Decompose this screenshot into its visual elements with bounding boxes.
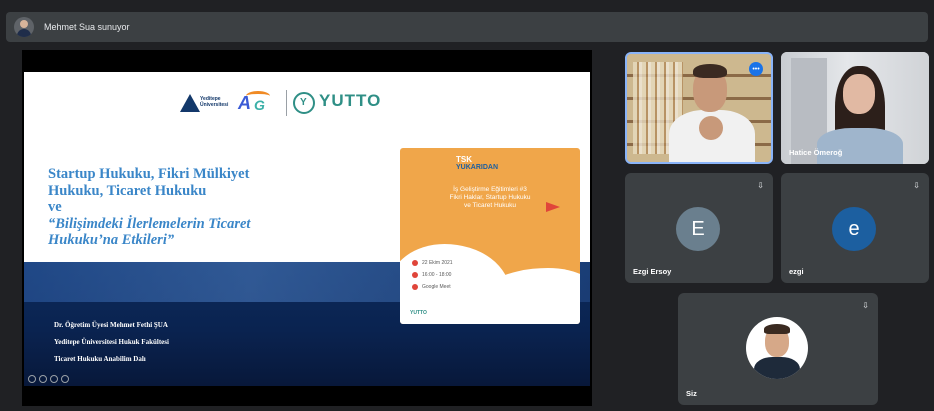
participant-tile-4[interactable]: ⇩ e ezgi: [781, 173, 929, 283]
poster-date: 22 Ekim 2021: [412, 260, 453, 266]
paper-plane-icon: [546, 202, 560, 212]
pin-icon[interactable]: ⇩: [913, 181, 920, 190]
participant-tile-3[interactable]: ⇩ E Ezgi Ersoy: [625, 173, 773, 283]
poster-time: 16:00 - 18:00: [412, 272, 451, 278]
poster-brand: TSK YUKARIDAN: [456, 155, 498, 172]
participant-avatar: e: [832, 207, 876, 251]
zoom-icon[interactable]: [50, 375, 58, 383]
pin-icon[interactable]: ⇩: [862, 301, 869, 310]
clock-icon: [412, 272, 418, 278]
meet-window: Mehmet Sua sunuyor Yeditepe Üniversitesi…: [0, 0, 934, 411]
slide-logos: Yeditepe Üniversitesi AG Y YUTTO: [176, 83, 408, 123]
yeditepe-logo: Yeditepe Üniversitesi: [176, 88, 232, 118]
participant-name: Siz: [686, 389, 697, 398]
participant-name: Hatice Ömeroğ: [789, 148, 843, 157]
participant-name: ezgi: [789, 267, 804, 276]
poster-venue: Google Meet: [412, 284, 451, 290]
self-tile[interactable]: ⇩ Siz: [678, 293, 878, 405]
self-avatar: [746, 317, 808, 379]
calendar-icon: [412, 260, 418, 266]
location-icon: [412, 284, 418, 290]
shared-screen[interactable]: Yeditepe Üniversitesi AG Y YUTTO Startup…: [22, 50, 592, 406]
pen-icon[interactable]: [39, 375, 47, 383]
ag-logo: AG: [236, 88, 282, 118]
slide-presenter-info: Dr. Öğretim Üyesi Mehmet Fethi ŞUA Yedit…: [54, 321, 169, 363]
slide-controls[interactable]: [28, 375, 69, 383]
participant-name: Ezgi Ersoy: [633, 267, 672, 276]
presenter-avatar: [14, 17, 34, 37]
prev-icon[interactable]: [28, 375, 36, 383]
presenter-bar: Mehmet Sua sunuyor: [6, 12, 928, 42]
mic-active-icon: •••: [749, 62, 763, 76]
event-poster: TSK YUKARIDAN İş Geliştirme Eğitimleri #…: [400, 148, 580, 324]
slide-title: Startup Hukuku, Fikri Mülkiyet Hukuku, T…: [48, 166, 251, 248]
participant-tile-2[interactable]: Hatice Ömeroğ: [781, 52, 929, 164]
poster-heading: İş Geliştirme Eğitimleri #3 Fikri Haklar…: [449, 186, 531, 209]
yutto-logo: Y YUTTO: [291, 88, 401, 118]
participant-avatar: E: [676, 207, 720, 251]
presenter-label: Mehmet Sua sunuyor: [44, 22, 130, 32]
participant-tile-1[interactable]: •••: [625, 52, 773, 164]
more-icon[interactable]: [61, 375, 69, 383]
presentation-slide: Yeditepe Üniversitesi AG Y YUTTO Startup…: [24, 72, 590, 386]
pin-icon[interactable]: ⇩: [757, 181, 764, 190]
poster-footer: YUTTO: [410, 310, 427, 316]
